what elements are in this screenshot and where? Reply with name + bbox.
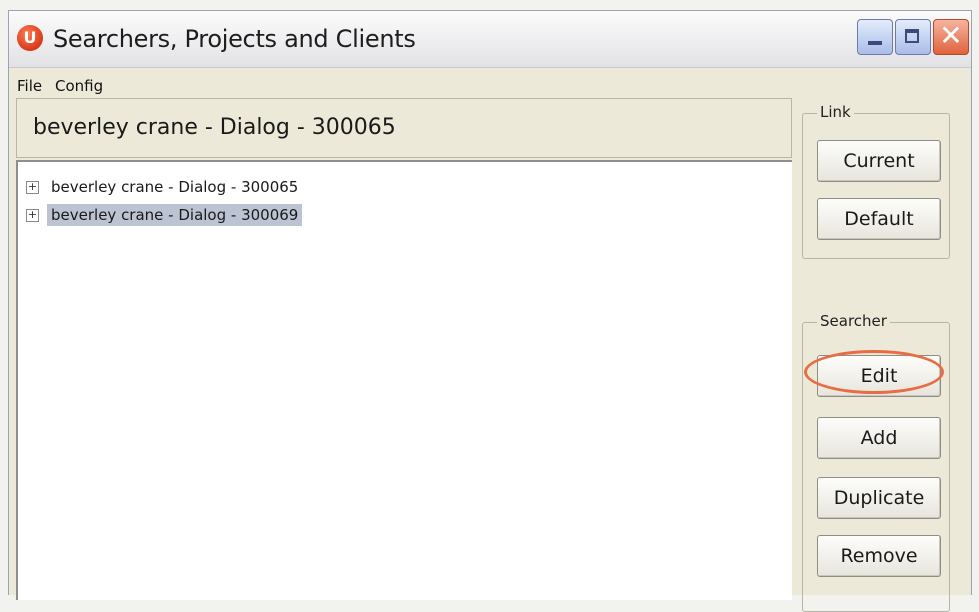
expand-icon[interactable]: + (26, 209, 39, 222)
link-group: Link Current Default (802, 103, 950, 259)
close-icon: ✕ (939, 19, 963, 52)
selection-header: beverley crane - Dialog - 300065 (16, 98, 792, 158)
maximize-icon (905, 29, 919, 43)
searcher-group-legend: Searcher (817, 312, 890, 330)
title-bar[interactable]: U Searchers, Projects and Clients ✕ (9, 11, 971, 68)
maximize-button[interactable] (895, 19, 931, 55)
remove-button[interactable]: Remove (817, 535, 941, 577)
duplicate-button[interactable]: Duplicate (817, 477, 941, 519)
add-button[interactable]: Add (817, 417, 941, 459)
link-group-legend: Link (817, 103, 854, 121)
expand-icon[interactable]: + (26, 181, 39, 194)
tree-item-selected[interactable]: + beverley crane - Dialog - 300069 (26, 202, 303, 228)
menu-bar: File Config (9, 71, 971, 101)
window-title: Searchers, Projects and Clients (53, 25, 416, 53)
edit-button[interactable]: Edit (817, 355, 941, 397)
tree-item-label[interactable]: beverley crane - Dialog - 300069 (47, 204, 303, 226)
minimize-icon (868, 41, 882, 45)
minimize-button[interactable] (857, 19, 893, 55)
close-button[interactable]: ✕ (933, 19, 969, 55)
app-logo-icon: U (17, 25, 43, 51)
current-button[interactable]: Current (817, 140, 941, 182)
tree-item[interactable]: + beverley crane - Dialog - 300065 (26, 174, 302, 200)
searcher-group: Searcher Edit Add Duplicate Remove (802, 312, 950, 612)
menu-config[interactable]: Config (55, 77, 103, 95)
header-title: beverley crane - Dialog - 300065 (33, 115, 396, 140)
menu-file[interactable]: File (17, 77, 42, 95)
default-button[interactable]: Default (817, 198, 941, 240)
tree-view[interactable]: + beverley crane - Dialog - 300065 + bever… (16, 160, 792, 600)
tree-item-label[interactable]: beverley crane - Dialog - 300065 (47, 176, 302, 198)
